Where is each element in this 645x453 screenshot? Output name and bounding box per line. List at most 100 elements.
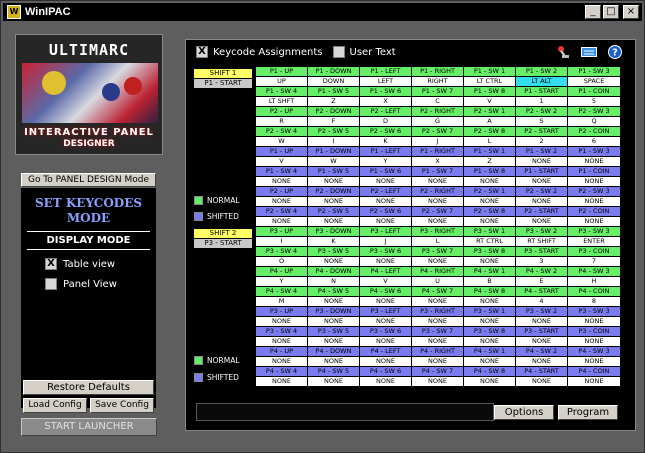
- panel-view-checkbox[interactable]: [45, 278, 57, 290]
- keycode-cell[interactable]: K: [308, 237, 360, 246]
- keycode-cell[interactable]: NONE: [516, 357, 568, 366]
- keycode-cell[interactable]: NONE: [256, 217, 308, 226]
- keycode-cell[interactable]: NONE: [360, 297, 412, 306]
- options-button[interactable]: Options: [494, 405, 554, 420]
- keycode-cell[interactable]: L: [412, 237, 464, 246]
- goto-panel-design-button[interactable]: Go To PANEL DESIGN Mode: [21, 173, 156, 187]
- keycode-cell[interactable]: NONE: [412, 297, 464, 306]
- start-launcher-button[interactable]: START LAUNCHER: [21, 418, 157, 436]
- keycode-cell[interactable]: NONE: [568, 177, 620, 186]
- keycode-cell[interactable]: LT SHFT: [256, 97, 308, 106]
- keycode-cell[interactable]: NONE: [360, 337, 412, 346]
- keycode-cell[interactable]: 7: [568, 257, 620, 266]
- keycode-cell[interactable]: NONE: [568, 197, 620, 206]
- keycode-cell[interactable]: NONE: [256, 197, 308, 206]
- keycode-cell[interactable]: R: [256, 117, 308, 126]
- keycode-cell[interactable]: NONE: [568, 157, 620, 166]
- keycode-cell[interactable]: NONE: [412, 337, 464, 346]
- keycode-cell[interactable]: NONE: [568, 377, 620, 386]
- keycode-cell[interactable]: 1: [516, 97, 568, 106]
- keycode-cell[interactable]: SPACE: [568, 77, 620, 86]
- keycode-cell[interactable]: D: [360, 117, 412, 126]
- keycode-cell[interactable]: V: [360, 277, 412, 286]
- keycode-cell[interactable]: Z: [308, 97, 360, 106]
- keycode-cell[interactable]: RIGHT: [412, 77, 464, 86]
- keycode-cell[interactable]: Y: [360, 157, 412, 166]
- minimize-button[interactable]: _: [585, 5, 601, 19]
- keycode-cell[interactable]: L: [464, 137, 516, 146]
- help-icon[interactable]: ?: [607, 45, 623, 59]
- keycode-cell[interactable]: NONE: [256, 357, 308, 366]
- keycode-cell[interactable]: NONE: [412, 357, 464, 366]
- title-bar[interactable]: W WinIPAC _ □ ×: [3, 3, 642, 21]
- panel-view-option[interactable]: Panel View: [45, 278, 117, 290]
- keycode-cell[interactable]: NONE: [568, 317, 620, 326]
- keycode-cell[interactable]: M: [256, 297, 308, 306]
- keycode-cell[interactable]: F: [308, 117, 360, 126]
- keycode-cell[interactable]: NONE: [568, 217, 620, 226]
- keycode-cell[interactable]: NONE: [464, 177, 516, 186]
- keycode-cell[interactable]: LT ALT: [516, 77, 568, 86]
- keycode-cell[interactable]: NONE: [308, 357, 360, 366]
- keycode-cell[interactable]: NONE: [256, 317, 308, 326]
- keycode-assignments-checkbox[interactable]: X: [196, 46, 208, 58]
- keycode-cell[interactable]: NONE: [412, 317, 464, 326]
- keycode-cell[interactable]: 6: [568, 137, 620, 146]
- keycode-cell[interactable]: NONE: [516, 197, 568, 206]
- keycode-cell[interactable]: NONE: [516, 177, 568, 186]
- keycode-cell[interactable]: NONE: [464, 217, 516, 226]
- keycode-cell[interactable]: NONE: [308, 217, 360, 226]
- keycode-cell[interactable]: NONE: [516, 377, 568, 386]
- keycode-cell[interactable]: A: [464, 117, 516, 126]
- keycode-cell[interactable]: S: [516, 117, 568, 126]
- keycode-cell[interactable]: LT CTRL: [464, 77, 516, 86]
- keycode-cell[interactable]: K: [360, 137, 412, 146]
- maximize-button[interactable]: □: [603, 5, 619, 19]
- keycode-cell[interactable]: V: [464, 97, 516, 106]
- keycode-cell[interactable]: ENTER: [568, 237, 620, 246]
- keycode-cell[interactable]: NONE: [360, 357, 412, 366]
- keycode-cell[interactable]: NONE: [360, 317, 412, 326]
- keycode-cell[interactable]: RT SHIFT: [516, 237, 568, 246]
- keycode-cell[interactable]: Y: [256, 277, 308, 286]
- keycode-cell[interactable]: W: [308, 157, 360, 166]
- keycode-cell[interactable]: NONE: [308, 197, 360, 206]
- keycode-cell[interactable]: NONE: [308, 377, 360, 386]
- keycode-cell[interactable]: I: [308, 137, 360, 146]
- keycode-cell[interactable]: O: [256, 257, 308, 266]
- keycode-cell[interactable]: NONE: [256, 337, 308, 346]
- keycode-cell[interactable]: 4: [516, 297, 568, 306]
- table-view-checkbox[interactable]: X: [45, 258, 57, 270]
- keycode-cell[interactable]: NONE: [568, 337, 620, 346]
- keycode-cell[interactable]: NONE: [412, 217, 464, 226]
- save-config-button[interactable]: Save Config: [90, 398, 154, 413]
- keycode-cell[interactable]: U: [412, 277, 464, 286]
- keycode-cell[interactable]: 5: [568, 97, 620, 106]
- keycode-cell[interactable]: NONE: [360, 197, 412, 206]
- keycode-cell[interactable]: G: [412, 117, 464, 126]
- keycode-cell[interactable]: NONE: [464, 357, 516, 366]
- keycode-cell[interactable]: 2: [516, 137, 568, 146]
- keycode-cell[interactable]: NONE: [308, 257, 360, 266]
- keycode-cell[interactable]: LEFT: [360, 77, 412, 86]
- load-config-button[interactable]: Load Config: [23, 398, 87, 413]
- keycode-cell[interactable]: NONE: [308, 317, 360, 326]
- restore-defaults-button[interactable]: Restore Defaults: [23, 380, 154, 395]
- keycode-cell[interactable]: J: [360, 237, 412, 246]
- keycode-cell[interactable]: NONE: [360, 257, 412, 266]
- keycode-cell[interactable]: NONE: [308, 297, 360, 306]
- keycode-cell[interactable]: 8: [568, 297, 620, 306]
- keycode-cell[interactable]: H: [568, 277, 620, 286]
- keycode-cell[interactable]: Z: [464, 157, 516, 166]
- keycode-cell[interactable]: NONE: [516, 157, 568, 166]
- keycode-cell[interactable]: NONE: [464, 337, 516, 346]
- keycode-cell[interactable]: NONE: [412, 197, 464, 206]
- keycode-cell[interactable]: NONE: [412, 257, 464, 266]
- keycode-cell[interactable]: NONE: [360, 177, 412, 186]
- keycode-cell[interactable]: B: [464, 277, 516, 286]
- keycode-cell[interactable]: X: [412, 157, 464, 166]
- keycode-cell[interactable]: DOWN: [308, 77, 360, 86]
- keycode-cell[interactable]: NONE: [256, 377, 308, 386]
- keycode-cell[interactable]: RT CTRL: [464, 237, 516, 246]
- keycode-cell[interactable]: NONE: [464, 197, 516, 206]
